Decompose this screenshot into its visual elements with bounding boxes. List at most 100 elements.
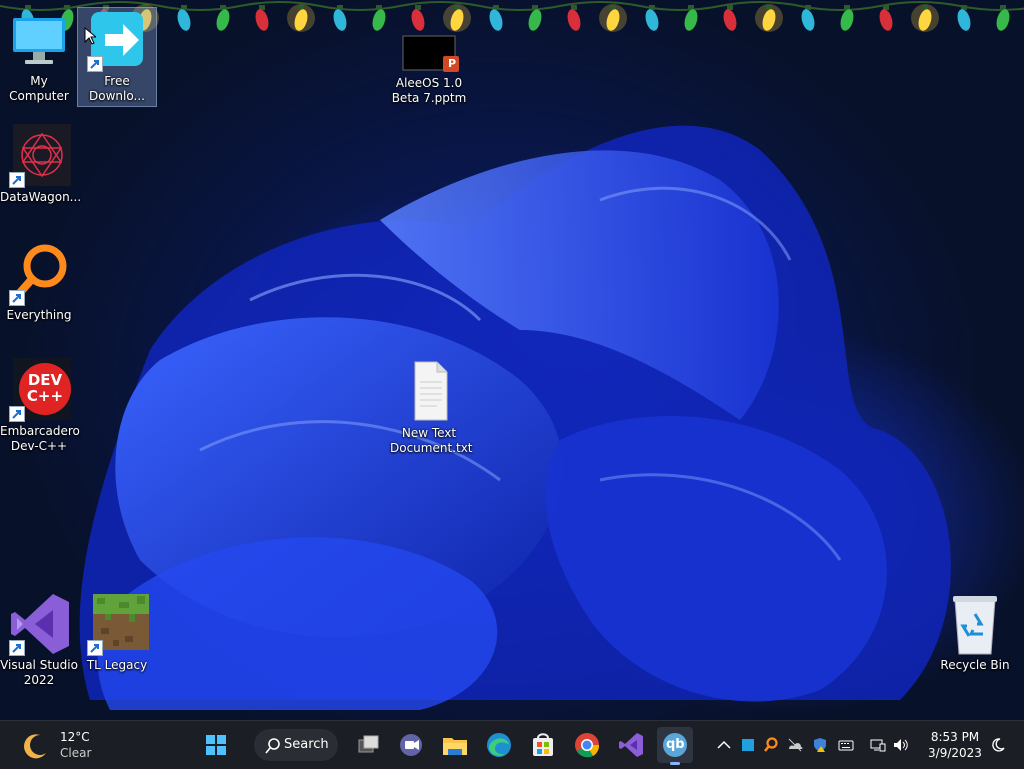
weather-widget[interactable]: 12°C Clear bbox=[8, 721, 98, 769]
qb-button[interactable]: qb bbox=[657, 727, 693, 765]
devcpp-text: DEV C++ bbox=[23, 372, 67, 404]
icon-label: Free Downlo... bbox=[89, 74, 145, 103]
bulb-cap bbox=[805, 5, 811, 10]
store-button[interactable] bbox=[525, 727, 561, 763]
icon-label: Embarcadero Dev-C++ bbox=[0, 424, 80, 453]
icon-label: TL Legacy bbox=[86, 658, 148, 672]
chevron-up-icon[interactable] bbox=[716, 737, 732, 753]
shortcut-arrow-icon bbox=[9, 290, 25, 306]
shortcut-arrow-icon bbox=[9, 640, 25, 656]
bulb-cap bbox=[259, 5, 265, 10]
icon-label: DataWagon... bbox=[0, 190, 82, 204]
desktop-icon-visual-studio[interactable]: Visual Studio 2022 bbox=[0, 592, 78, 688]
icon-label: My Computer bbox=[9, 74, 69, 103]
datawagon-icon bbox=[7, 124, 71, 188]
bulb-cap bbox=[571, 5, 577, 10]
icon-label: AleeOS 1.0 Beta 7.pptm bbox=[391, 76, 467, 105]
icon-label: Everything bbox=[6, 308, 72, 322]
visual-studio-icon bbox=[619, 733, 643, 757]
light-bulb bbox=[333, 9, 347, 31]
shortcut-arrow-icon bbox=[87, 640, 103, 656]
icon-label: New Text Document.txt bbox=[390, 426, 473, 455]
desktop-icon-my-computer[interactable]: My Computer bbox=[0, 8, 78, 104]
moon-icon bbox=[24, 734, 46, 759]
task-view-icon bbox=[358, 735, 379, 753]
light-bulb bbox=[528, 9, 542, 31]
file-explorer-button[interactable] bbox=[437, 727, 473, 763]
clock-time: 8:53 PM bbox=[930, 730, 980, 744]
chat-button[interactable] bbox=[393, 727, 429, 763]
chat-icon bbox=[400, 734, 422, 756]
shortcut-arrow-icon bbox=[9, 172, 25, 188]
light-bulb bbox=[645, 9, 659, 31]
light-bulb bbox=[723, 9, 737, 31]
clock[interactable]: 8:53 PM 3/9/2023 bbox=[916, 729, 994, 761]
light-bulb bbox=[879, 9, 893, 31]
store-icon bbox=[533, 733, 553, 756]
search-label: Search bbox=[284, 737, 329, 752]
light-bulb bbox=[177, 9, 191, 31]
onedrive-icon[interactable] bbox=[787, 737, 803, 753]
devcpp-icon: DEV C++ bbox=[7, 358, 71, 422]
task-view-button[interactable] bbox=[350, 727, 386, 763]
devcpp-line2: C++ bbox=[26, 387, 64, 405]
powerpoint-file-icon: P bbox=[397, 34, 461, 74]
desktop-icon-datawagon[interactable]: DataWagon... bbox=[0, 124, 82, 205]
security-shield-icon[interactable] bbox=[812, 737, 828, 753]
volume-icon[interactable] bbox=[893, 737, 909, 753]
light-bulb bbox=[957, 9, 971, 31]
weather-condition: Clear bbox=[60, 746, 92, 760]
magnifier-icon bbox=[7, 242, 71, 306]
edge-icon bbox=[487, 733, 511, 757]
tray-app-icon[interactable] bbox=[740, 737, 756, 753]
bulb-cap bbox=[298, 5, 304, 10]
edge-button[interactable] bbox=[481, 727, 517, 763]
bulb-cap bbox=[415, 5, 421, 10]
bulb-cap bbox=[961, 5, 967, 10]
light-bulb bbox=[840, 9, 854, 31]
icon-label: Visual Studio 2022 bbox=[0, 658, 78, 687]
windows-logo-icon bbox=[206, 735, 226, 755]
visual-studio-icon bbox=[7, 592, 71, 656]
desktop-icon-aleeos-pptm[interactable]: P AleeOS 1.0 Beta 7.pptm bbox=[390, 34, 468, 106]
network-icon[interactable] bbox=[870, 737, 886, 753]
folder-icon bbox=[443, 738, 467, 755]
light-bulb bbox=[489, 9, 503, 31]
visual-studio-taskbar-button[interactable] bbox=[613, 727, 649, 763]
light-bulb bbox=[216, 9, 230, 31]
chrome-button[interactable] bbox=[569, 727, 605, 763]
bulb-cap bbox=[1000, 5, 1006, 10]
desktop-icon-tl-legacy[interactable]: TL Legacy bbox=[78, 592, 156, 673]
bulb-cap bbox=[922, 5, 928, 10]
ppt-badge-text: P bbox=[448, 57, 457, 70]
light-bulb bbox=[372, 9, 386, 31]
desktop-icon-recycle-bin[interactable]: Recycle Bin bbox=[936, 592, 1014, 673]
chrome-icon bbox=[575, 733, 600, 758]
everything-tray-icon[interactable] bbox=[763, 737, 779, 753]
desktop-icon-everything[interactable]: Everything bbox=[0, 242, 78, 323]
start-button[interactable] bbox=[198, 727, 234, 763]
focus-moon-icon[interactable] bbox=[990, 737, 1006, 753]
bulb-cap bbox=[688, 5, 694, 10]
bulb-cap bbox=[376, 5, 382, 10]
search-button[interactable]: Search bbox=[254, 729, 338, 761]
text-file-icon bbox=[397, 360, 461, 424]
light-bulb bbox=[411, 9, 425, 31]
light-bulb bbox=[684, 9, 698, 31]
clock-date: 3/9/2023 bbox=[928, 746, 982, 760]
light-bulb bbox=[801, 9, 815, 31]
desktop-icon-dev-cpp[interactable]: DEV C++ Embarcadero Dev-C++ bbox=[0, 358, 80, 454]
bulb-cap bbox=[844, 5, 850, 10]
shortcut-arrow-icon bbox=[87, 56, 103, 72]
taskbar: 12°C Clear Search qb 8:53 PM 3/9/2023 bbox=[0, 720, 1024, 769]
light-bulb bbox=[255, 9, 269, 31]
desktop-icon-new-text-document[interactable]: New Text Document.txt bbox=[390, 360, 473, 456]
search-icon bbox=[265, 738, 280, 754]
shortcut-arrow-icon bbox=[9, 406, 25, 422]
desktop-icon-free-download[interactable]: Free Downlo... bbox=[77, 7, 157, 107]
bulb-cap bbox=[727, 5, 733, 10]
bulb-cap bbox=[220, 5, 226, 10]
bulb-cap bbox=[883, 5, 889, 10]
mouse-cursor-icon bbox=[84, 27, 96, 45]
keyboard-icon[interactable] bbox=[838, 737, 854, 753]
